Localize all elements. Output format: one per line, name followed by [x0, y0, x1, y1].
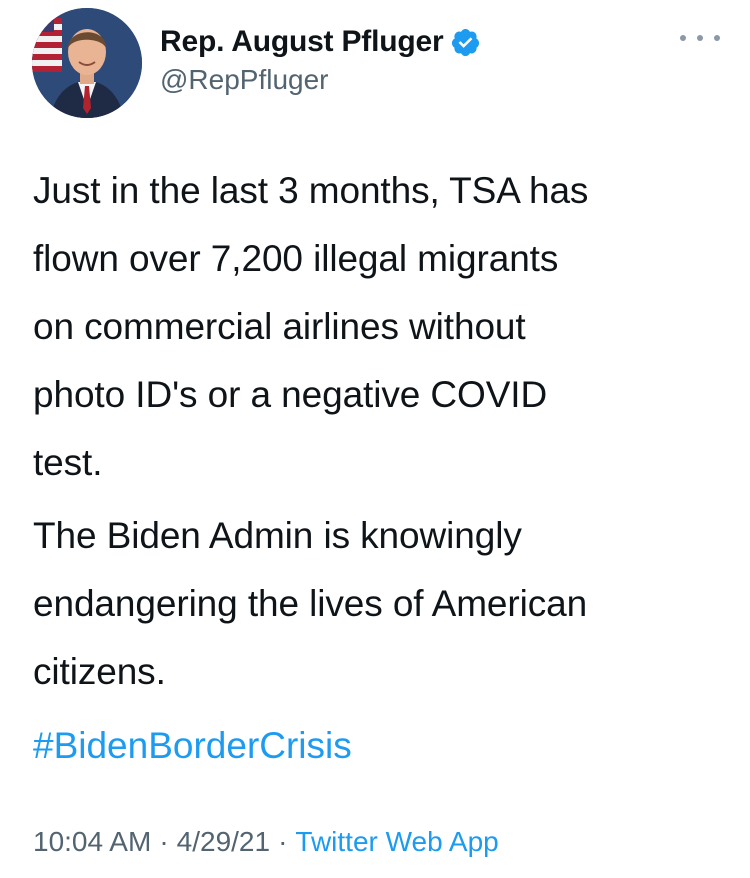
tweet-text-paragraph-2: The Biden Admin is knowingly endangering… — [33, 515, 588, 692]
author-name-row: Rep. August Pfluger — [160, 22, 481, 62]
more-horizontal-icon[interactable] — [680, 30, 720, 46]
author-display-name[interactable]: Rep. August Pfluger — [160, 25, 444, 59]
meta-separator: · — [278, 826, 288, 857]
more-dot — [714, 35, 720, 41]
author-handle[interactable]: @RepPfluger — [160, 64, 329, 96]
tweet-source-link[interactable]: Twitter Web App — [295, 826, 498, 858]
meta-separator: · — [159, 826, 169, 857]
profile-photo — [32, 8, 142, 118]
more-dot — [680, 35, 686, 41]
more-dot — [697, 35, 703, 41]
verified-badge-icon — [452, 28, 480, 56]
tweet-text-paragraph-1: Just in the last 3 months, TSA has flown… — [33, 170, 589, 483]
tweet-date[interactable]: 4/29/21 — [177, 826, 270, 858]
hashtag-link[interactable]: #BidenBorderCrisis — [33, 712, 352, 780]
avatar[interactable] — [32, 8, 142, 118]
tweet-time[interactable]: 10:04 AM — [33, 826, 151, 858]
tweet-meta: 10:04 AM · 4/29/21 · Twitter Web App — [33, 826, 499, 858]
tweet-card: Rep. August Pfluger @RepPfluger Just in … — [0, 0, 750, 878]
